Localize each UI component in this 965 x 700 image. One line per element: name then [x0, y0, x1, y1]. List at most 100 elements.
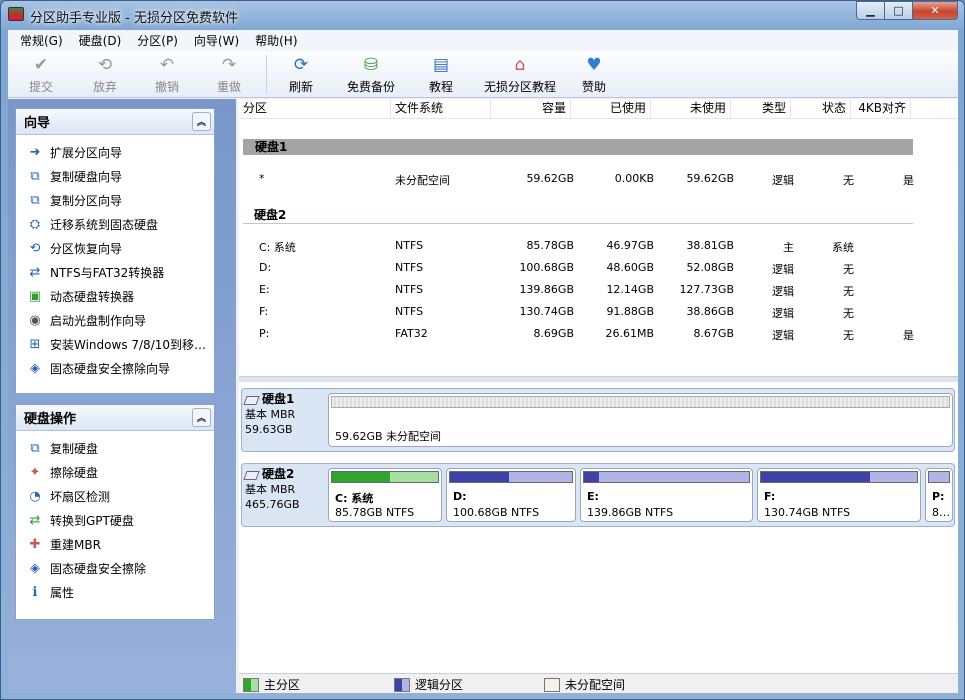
refresh-icon: ⟳ — [293, 55, 309, 75]
col-filesystem[interactable]: 文件系统 — [391, 99, 491, 118]
menu-disk[interactable]: 硬盘(D) — [71, 32, 130, 49]
title-bar[interactable]: 分区助手专业版 - 无损分区免费软件 ▁ □ ✕ — [1, 1, 964, 29]
col-status[interactable]: 状态 — [791, 99, 851, 118]
checkmark-icon: ✔ — [33, 55, 49, 75]
op-copy-disk[interactable]: ⧉ 复制硬盘 — [16, 436, 214, 460]
collapse-icon[interactable]: ︽ — [192, 408, 211, 427]
usage-bar — [583, 471, 750, 483]
migrate-icon: ⛭ — [29, 216, 41, 232]
wizard-install-windows[interactable]: ⊞ 安装Windows 7/8/10到移… — [16, 332, 214, 356]
wizard-dynamic-disk[interactable]: ▣ 动态硬盘转换器 — [16, 284, 214, 308]
disk1-unallocated[interactable]: 59.62GB 未分配空间 — [328, 393, 953, 447]
partition-block[interactable]: C: 系统 85.78GB NTFS — [328, 468, 442, 522]
minimize-button[interactable]: ▁ — [856, 1, 884, 20]
table-row[interactable]: P: FAT32 8.69GB 26.61MB 8.67GB 逻辑 无 是 — [239, 323, 958, 345]
maximize-button[interactable]: □ — [884, 1, 912, 20]
disk2-group-header[interactable]: 硬盘2 — [254, 206, 286, 223]
table-row[interactable]: * 未分配空间 59.62GB 0.00KB 59.62GB 逻辑 无 是 — [239, 168, 958, 190]
disk2-map[interactable]: 硬盘2 基本 MBR 465.76GB C: 系统 85.78GB NTFS D: 1… — [241, 463, 955, 527]
lossless-tutorial-button[interactable]: ⌂ 无损分区教程 — [469, 51, 571, 97]
app-window: 分区助手专业版 - 无损分区免费软件 ▁ □ ✕ 常规(G) 硬盘(D) 分区(… — [0, 0, 965, 700]
menu-help[interactable]: 帮助(H) — [247, 32, 305, 49]
column-header: 分区 文件系统 容量 已使用 未使用 类型 状态 4KB对齐 — [239, 99, 958, 119]
menu-wizard[interactable]: 向导(W) — [186, 32, 247, 49]
logical-swatch — [394, 677, 410, 692]
partition-size: 85.78GB NTFS — [335, 506, 415, 519]
backup-icon: ⛁ — [363, 55, 379, 75]
partition-size: 100.68GB NTFS — [453, 506, 540, 519]
legend-primary: 主分区 — [243, 676, 300, 693]
convert-icon: ⇄ — [29, 264, 41, 280]
op-ssd-erase[interactable]: ◈ 固态硬盘安全擦除 — [16, 556, 214, 580]
donate-button[interactable]: ♥ 赞助 — [571, 51, 617, 97]
disk-ops-panel: 硬盘操作 ︽ ⧉ 复制硬盘 ✦ 擦除硬盘 ◔ 坏扇区检测 ⇄ 转换到GPT硬盘 ✚ 重建MB… — [15, 404, 215, 620]
menu-bar: 常规(G) 硬盘(D) 分区(P) 向导(W) 帮助(H) — [8, 30, 958, 51]
commit-button[interactable]: ✔ 提交 — [8, 51, 74, 97]
partition-name: E: — [587, 490, 599, 503]
copy-partition-icon: ⧉ — [30, 192, 40, 208]
windows-icon: ⊞ — [29, 336, 41, 352]
redo-button[interactable]: ↷ 重做 — [198, 51, 260, 97]
unallocated-bar — [331, 396, 950, 408]
usage-fill — [332, 472, 391, 482]
partition-name: D: — [453, 490, 467, 503]
wizard-copy-disk[interactable]: ⧉ 复制硬盘向导 — [16, 164, 214, 188]
client-area: 常规(G) 硬盘(D) 分区(P) 向导(W) 帮助(H) ✔ 提交 ⟲ 放弃 ↶ 撤… — [8, 30, 958, 693]
disk-ops-panel-title: 硬盘操作 — [24, 412, 77, 427]
menu-general[interactable]: 常规(G) — [12, 32, 71, 49]
refresh-button[interactable]: ⟳ 刷新 — [273, 51, 329, 97]
col-free[interactable]: 未使用 — [651, 99, 731, 118]
wizard-boot-cd[interactable]: ◉ 启动光盘制作向导 — [16, 308, 214, 332]
col-type[interactable]: 类型 — [731, 99, 791, 118]
menu-partition[interactable]: 分区(P) — [129, 32, 186, 49]
disk1-group-header[interactable]: 硬盘1 — [243, 139, 913, 155]
op-rebuild-mbr[interactable]: ✚ 重建MBR — [16, 532, 214, 556]
op-bad-sector[interactable]: ◔ 坏扇区检测 — [16, 484, 214, 508]
discard-icon: ⟲ — [97, 55, 113, 75]
wizard-copy-partition[interactable]: ⧉ 复制分区向导 — [16, 188, 214, 212]
op-convert-gpt[interactable]: ⇄ 转换到GPT硬盘 — [16, 508, 214, 532]
wizard-extend-partition[interactable]: ➜ 扩展分区向导 — [16, 140, 214, 164]
legend-bar: 主分区 逻辑分区 未分配空间 — [239, 673, 958, 693]
partition-block[interactable]: F: 130.74GB NTFS — [757, 468, 921, 522]
col-partition[interactable]: 分区 — [239, 99, 391, 118]
recovery-icon: ⟲ — [29, 240, 41, 256]
app-icon — [8, 7, 24, 21]
table-row[interactable]: C: 系统 NTFS 85.78GB 46.97GB 38.81GB 主 系统 — [239, 235, 958, 257]
tutorial-button[interactable]: ▤ 教程 — [413, 51, 469, 97]
unallocated-swatch — [544, 677, 560, 692]
op-properties[interactable]: ℹ 属性 — [16, 580, 214, 604]
table-row[interactable]: D: NTFS 100.68GB 48.60GB 52.08GB 逻辑 无 — [239, 257, 958, 279]
op-wipe-disk[interactable]: ✦ 擦除硬盘 — [16, 460, 214, 484]
info-icon: ℹ — [32, 584, 38, 600]
close-button[interactable]: ✕ — [912, 1, 958, 20]
home-icon: ⌂ — [514, 55, 526, 75]
table-row[interactable]: E: NTFS 139.86GB 12.14GB 127.73GB 逻辑 无 — [239, 279, 958, 301]
divider — [243, 223, 913, 224]
collapse-icon[interactable]: ︽ — [192, 112, 211, 131]
col-4k[interactable]: 4KB对齐 — [851, 99, 911, 118]
ssd-icon: ◈ — [30, 560, 40, 576]
toolbar: ✔ 提交 ⟲ 放弃 ↶ 撤销 ↷ 重做 ⟳ 刷新 ⛁ 免费备份 ▤ 教程 ⌂ 无损分区教程 ♥ 赞… — [8, 51, 958, 98]
usage-fill — [761, 472, 871, 482]
disk2-info: 硬盘2 基本 MBR 465.76GB — [243, 467, 300, 511]
wizard-panel: 向导 ︽ ➜ 扩展分区向导 ⧉ 复制硬盘向导 ⧉ 复制分区向导 ⛭ 迁移系统到固态硬盘 ⟲… — [15, 108, 215, 394]
wizard-migrate-os[interactable]: ⛭ 迁移系统到固态硬盘 — [16, 212, 214, 236]
partition-block[interactable]: E: 139.86GB NTFS — [580, 468, 753, 522]
partition-size: 8… — [932, 506, 950, 519]
col-capacity[interactable]: 容量 — [491, 99, 571, 118]
partition-block[interactable]: P: 8… — [925, 468, 953, 522]
discard-button[interactable]: ⟲ 放弃 — [74, 51, 136, 97]
partition-block[interactable]: D: 100.68GB NTFS — [446, 468, 576, 522]
wizard-partition-recovery[interactable]: ⟲ 分区恢复向导 — [16, 236, 214, 260]
wizard-panel-title: 向导 — [24, 116, 51, 131]
wizard-ssd-erase[interactable]: ◈ 固态硬盘安全擦除向导 — [16, 356, 214, 380]
backup-button[interactable]: ⛁ 免费备份 — [329, 51, 413, 97]
disk1-map[interactable]: 硬盘1 基本 MBR 59.63GB 59.62GB 未分配空间 — [241, 388, 955, 452]
col-used[interactable]: 已使用 — [571, 99, 651, 118]
undo-button[interactable]: ↶ 撤销 — [136, 51, 198, 97]
table-row[interactable]: F: NTFS 130.74GB 91.88GB 38.86GB 逻辑 无 — [239, 301, 958, 323]
undo-icon: ↶ — [159, 55, 175, 75]
wizard-ntfs-fat32[interactable]: ⇄ NTFS与FAT32转换器 — [16, 260, 214, 284]
copy-disk-icon: ⧉ — [30, 168, 40, 184]
